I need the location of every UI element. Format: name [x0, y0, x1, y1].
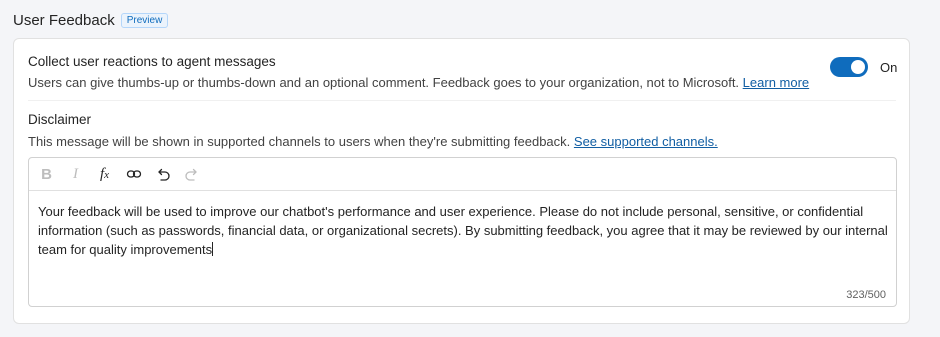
editor-text-content: Your feedback will be used to improve ou… [38, 204, 888, 257]
formula-icon: fx [99, 165, 110, 182]
undo-button[interactable] [153, 164, 172, 184]
redo-icon [184, 168, 197, 181]
disclaimer-description: This message will be shown in supported … [28, 134, 718, 149]
redo-button[interactable] [182, 164, 201, 184]
undo-icon [157, 168, 170, 181]
divider [28, 100, 896, 101]
formula-button[interactable]: fx [95, 164, 114, 184]
reactions-description-text: Users can give thumbs-up or thumbs-down … [28, 75, 740, 90]
preview-badge: Preview [120, 13, 169, 28]
bold-icon: B [41, 165, 52, 183]
reactions-description: Users can give thumbs-up or thumbs-down … [28, 75, 809, 90]
see-supported-channels-link[interactable]: See supported channels. [574, 134, 718, 149]
disclaimer-title: Disclaimer [28, 112, 92, 127]
reactions-toggle[interactable] [830, 57, 868, 77]
italic-button[interactable]: I [66, 164, 85, 184]
link-icon [126, 170, 141, 178]
link-button[interactable] [124, 164, 143, 184]
section-title: User Feedback [13, 12, 115, 29]
settings-card: Collect user reactions to agent messages… [13, 38, 910, 324]
disclaimer-description-text: This message will be shown in supported … [28, 134, 571, 149]
reactions-title: Collect user reactions to agent messages [28, 54, 276, 69]
character-counter: 323/500 [846, 289, 886, 301]
reactions-toggle-group: On [830, 57, 897, 77]
learn-more-link[interactable]: Learn more [743, 75, 809, 90]
disclaimer-editor[interactable]: B I fx Your feedback will be used to imp… [28, 157, 897, 307]
section-header: User Feedback Preview [13, 12, 169, 29]
editor-textarea[interactable]: Your feedback will be used to improve ou… [38, 202, 888, 259]
toggle-state-label: On [880, 59, 898, 75]
text-caret [212, 242, 214, 256]
editor-toolbar: B I fx [29, 158, 896, 191]
toggle-knob [851, 60, 865, 74]
bold-button[interactable]: B [37, 164, 56, 184]
italic-icon: I [73, 165, 78, 182]
